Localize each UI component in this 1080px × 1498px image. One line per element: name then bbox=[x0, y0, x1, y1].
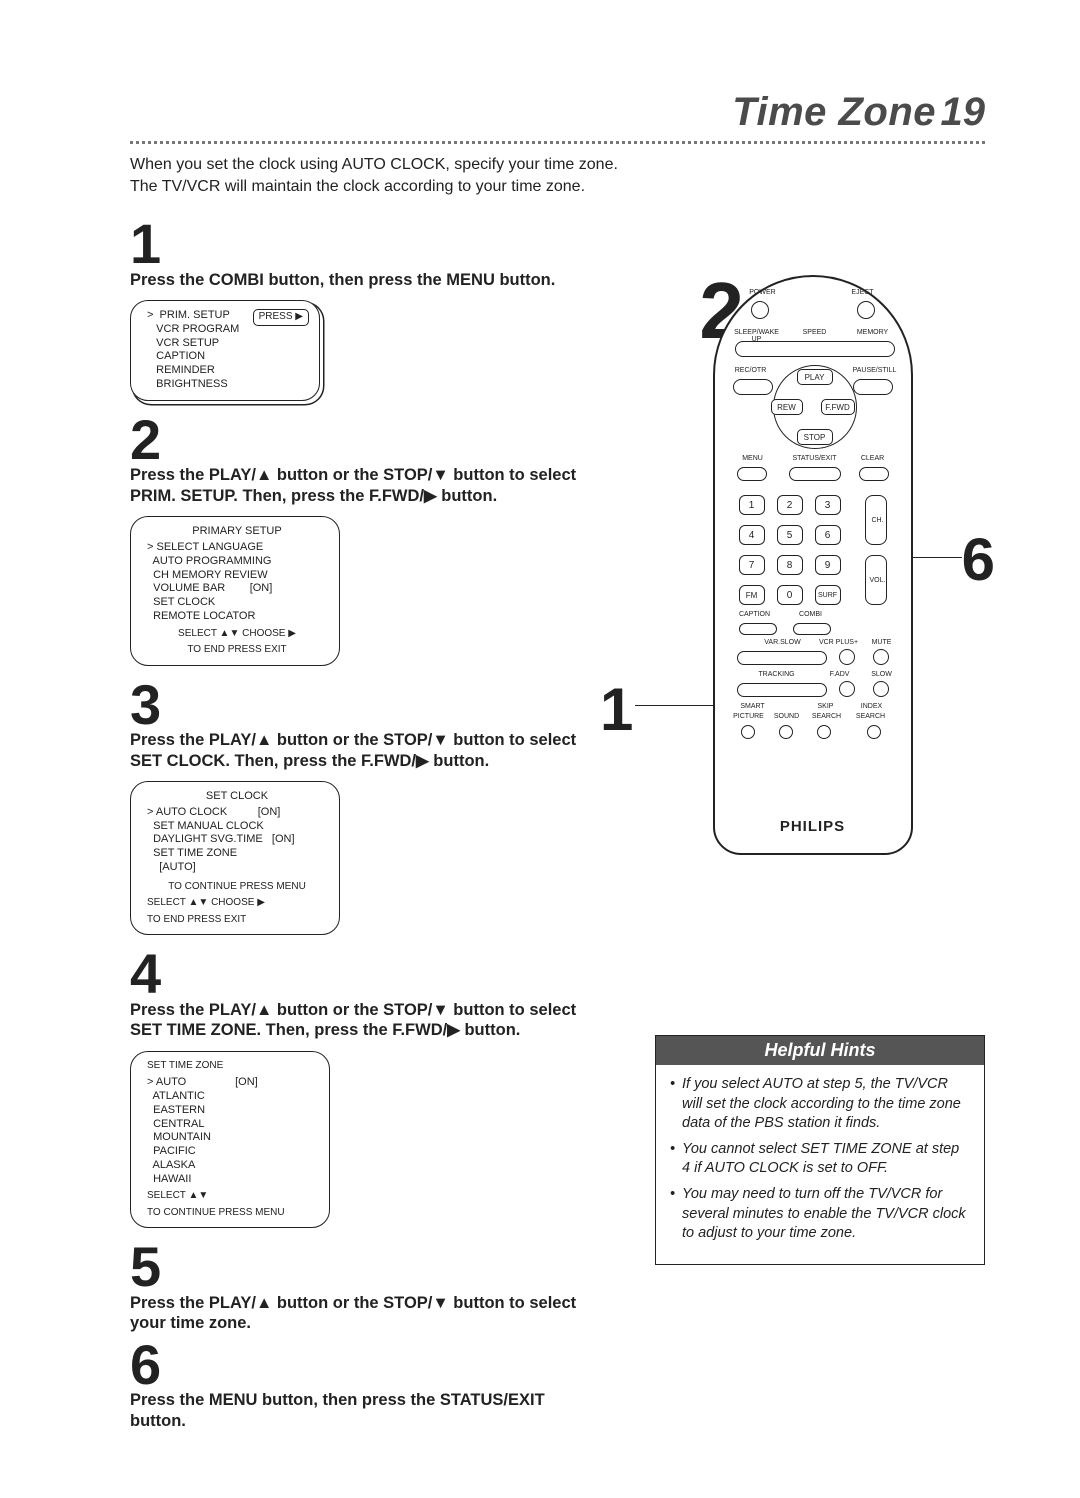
divider bbox=[130, 141, 985, 144]
tracking-label: TRACKING bbox=[755, 671, 799, 678]
num-5: 5 bbox=[777, 525, 803, 545]
step-number: 4 bbox=[130, 949, 610, 999]
mute-button bbox=[873, 649, 889, 665]
hints-title: Helpful Hints bbox=[656, 1036, 984, 1065]
osd-screen-3: SET CLOCK > AUTO CLOCK [ON] SET MANUAL C… bbox=[130, 781, 340, 935]
vcrplus-label: VCR PLUS+ bbox=[817, 639, 861, 646]
eject-button bbox=[857, 301, 875, 319]
picture-label: PICTURE bbox=[731, 713, 767, 720]
osd-screen-1: PRESS ▶ > PRIM. SETUP VCR PROGRAM VCR SE… bbox=[130, 300, 320, 401]
combi-button bbox=[793, 623, 831, 635]
fadv-label: F.ADV bbox=[825, 671, 855, 678]
intro-line: The TV/VCR will maintain the clock accor… bbox=[130, 176, 690, 198]
step-number: 1 bbox=[130, 219, 610, 269]
clear-button bbox=[859, 467, 889, 481]
slow-label: SLOW bbox=[867, 671, 897, 678]
osd-screen-2: PRIMARY SETUP > SELECT LANGUAGE AUTO PRO… bbox=[130, 516, 340, 665]
caption-button bbox=[739, 623, 777, 635]
hint-item: If you select AUTO at step 5, the TV/VCR… bbox=[682, 1075, 970, 1134]
fadv-button bbox=[839, 681, 855, 697]
surf-button: SURF bbox=[815, 585, 841, 605]
index-label: INDEX bbox=[857, 703, 887, 710]
pause-label: PAUSE/STILL bbox=[851, 367, 899, 374]
mute-label: MUTE bbox=[867, 639, 897, 646]
num-0: 0 bbox=[777, 585, 803, 605]
varslow-label: VAR.SLOW bbox=[761, 639, 805, 646]
caption-label: CAPTION bbox=[735, 611, 775, 618]
status-label: STATUS/EXIT bbox=[787, 455, 843, 462]
callout-1: 1 bbox=[600, 675, 633, 744]
memory-label: MEMORY bbox=[853, 329, 893, 336]
search2-label: SEARCH bbox=[853, 713, 889, 720]
bottom-btn-3 bbox=[817, 725, 831, 739]
step-4-text: Press the PLAY/▲ button or the STOP/▼ bu… bbox=[130, 1000, 610, 1041]
bottom-btn-2 bbox=[779, 725, 793, 739]
play-button: PLAY bbox=[797, 369, 833, 385]
vol-label: VOL. bbox=[863, 577, 893, 584]
remote-body: POWER EJECT SLEEP/WAKE UP SPEED MEMORY R… bbox=[713, 275, 913, 855]
step-5-text: Press the PLAY/▲ button or the STOP/▼ bu… bbox=[130, 1293, 610, 1334]
press-indicator: PRESS ▶ bbox=[253, 309, 309, 326]
num-9: 9 bbox=[815, 555, 841, 575]
remote-diagram: 2-5 6 1 POWER EJECT SLEEP/WA bbox=[640, 275, 985, 855]
step-number: 5 bbox=[130, 1242, 610, 1292]
skip-label: SKIP bbox=[811, 703, 841, 710]
step-number: 6 bbox=[130, 1340, 610, 1390]
num-2: 2 bbox=[777, 495, 803, 515]
num-1: 1 bbox=[739, 495, 765, 515]
varslow-pill bbox=[737, 651, 827, 665]
intro-line: When you set the clock using AUTO CLOCK,… bbox=[130, 154, 690, 176]
smart-label: SMART bbox=[735, 703, 771, 710]
hint-item: You may need to turn off the TV/VCR for … bbox=[682, 1185, 970, 1244]
speed-label: SPEED bbox=[795, 329, 835, 336]
menu-label: MENU bbox=[733, 455, 773, 462]
step-number: 3 bbox=[130, 680, 610, 730]
tracking-pill bbox=[737, 683, 827, 697]
helpful-hints-box: Helpful Hints If you select AUTO at step… bbox=[655, 1035, 985, 1265]
bottom-btn-1 bbox=[741, 725, 755, 739]
sound-label: SOUND bbox=[771, 713, 803, 720]
step-3-text: Press the PLAY/▲ button or the STOP/▼ bu… bbox=[130, 730, 610, 771]
fm-button: FM bbox=[739, 585, 765, 605]
brand-logo: PHILIPS bbox=[715, 818, 911, 835]
bottom-btn-4 bbox=[867, 725, 881, 739]
stop-button: STOP bbox=[797, 429, 833, 445]
vcrplus-button bbox=[839, 649, 855, 665]
power-label: POWER bbox=[743, 289, 783, 296]
power-button bbox=[751, 301, 769, 319]
ch-label: CH. bbox=[863, 517, 893, 524]
num-3: 3 bbox=[815, 495, 841, 515]
num-4: 4 bbox=[739, 525, 765, 545]
intro-text: When you set the clock using AUTO CLOCK,… bbox=[130, 154, 690, 197]
menu-button bbox=[737, 467, 767, 481]
step-2-text: Press the PLAY/▲ button or the STOP/▼ bu… bbox=[130, 465, 610, 506]
num-7: 7 bbox=[739, 555, 765, 575]
search-label: SEARCH bbox=[809, 713, 845, 720]
callout-6: 6 bbox=[962, 525, 995, 594]
status-button bbox=[789, 467, 841, 481]
step-number: 2 bbox=[130, 415, 610, 465]
page-title: Time Zone bbox=[732, 90, 936, 134]
num-8: 8 bbox=[777, 555, 803, 575]
page-number: 19 bbox=[941, 90, 986, 134]
row2-pill bbox=[735, 341, 895, 357]
step-1-text: Press the COMBI button, then press the M… bbox=[130, 270, 610, 291]
slow-button bbox=[873, 681, 889, 697]
ffwd-button: F.FWD bbox=[821, 399, 855, 415]
page-header: Time Zone 19 bbox=[130, 90, 985, 135]
steps-column: 1 Press the COMBI button, then press the… bbox=[130, 215, 610, 1437]
rew-button: REW bbox=[771, 399, 803, 415]
osd-screen-4: SET TIME ZONE > AUTO [ON] ATLANTIC EASTE… bbox=[130, 1051, 330, 1229]
rec-button bbox=[733, 379, 773, 395]
eject-label: EJECT bbox=[843, 289, 883, 296]
combi-label: COMBI bbox=[791, 611, 831, 618]
num-6: 6 bbox=[815, 525, 841, 545]
clear-label: CLEAR bbox=[853, 455, 893, 462]
hint-item: You cannot select SET TIME ZONE at step … bbox=[682, 1140, 970, 1179]
rec-label: REC/OTR bbox=[731, 367, 771, 374]
pause-button bbox=[853, 379, 893, 395]
